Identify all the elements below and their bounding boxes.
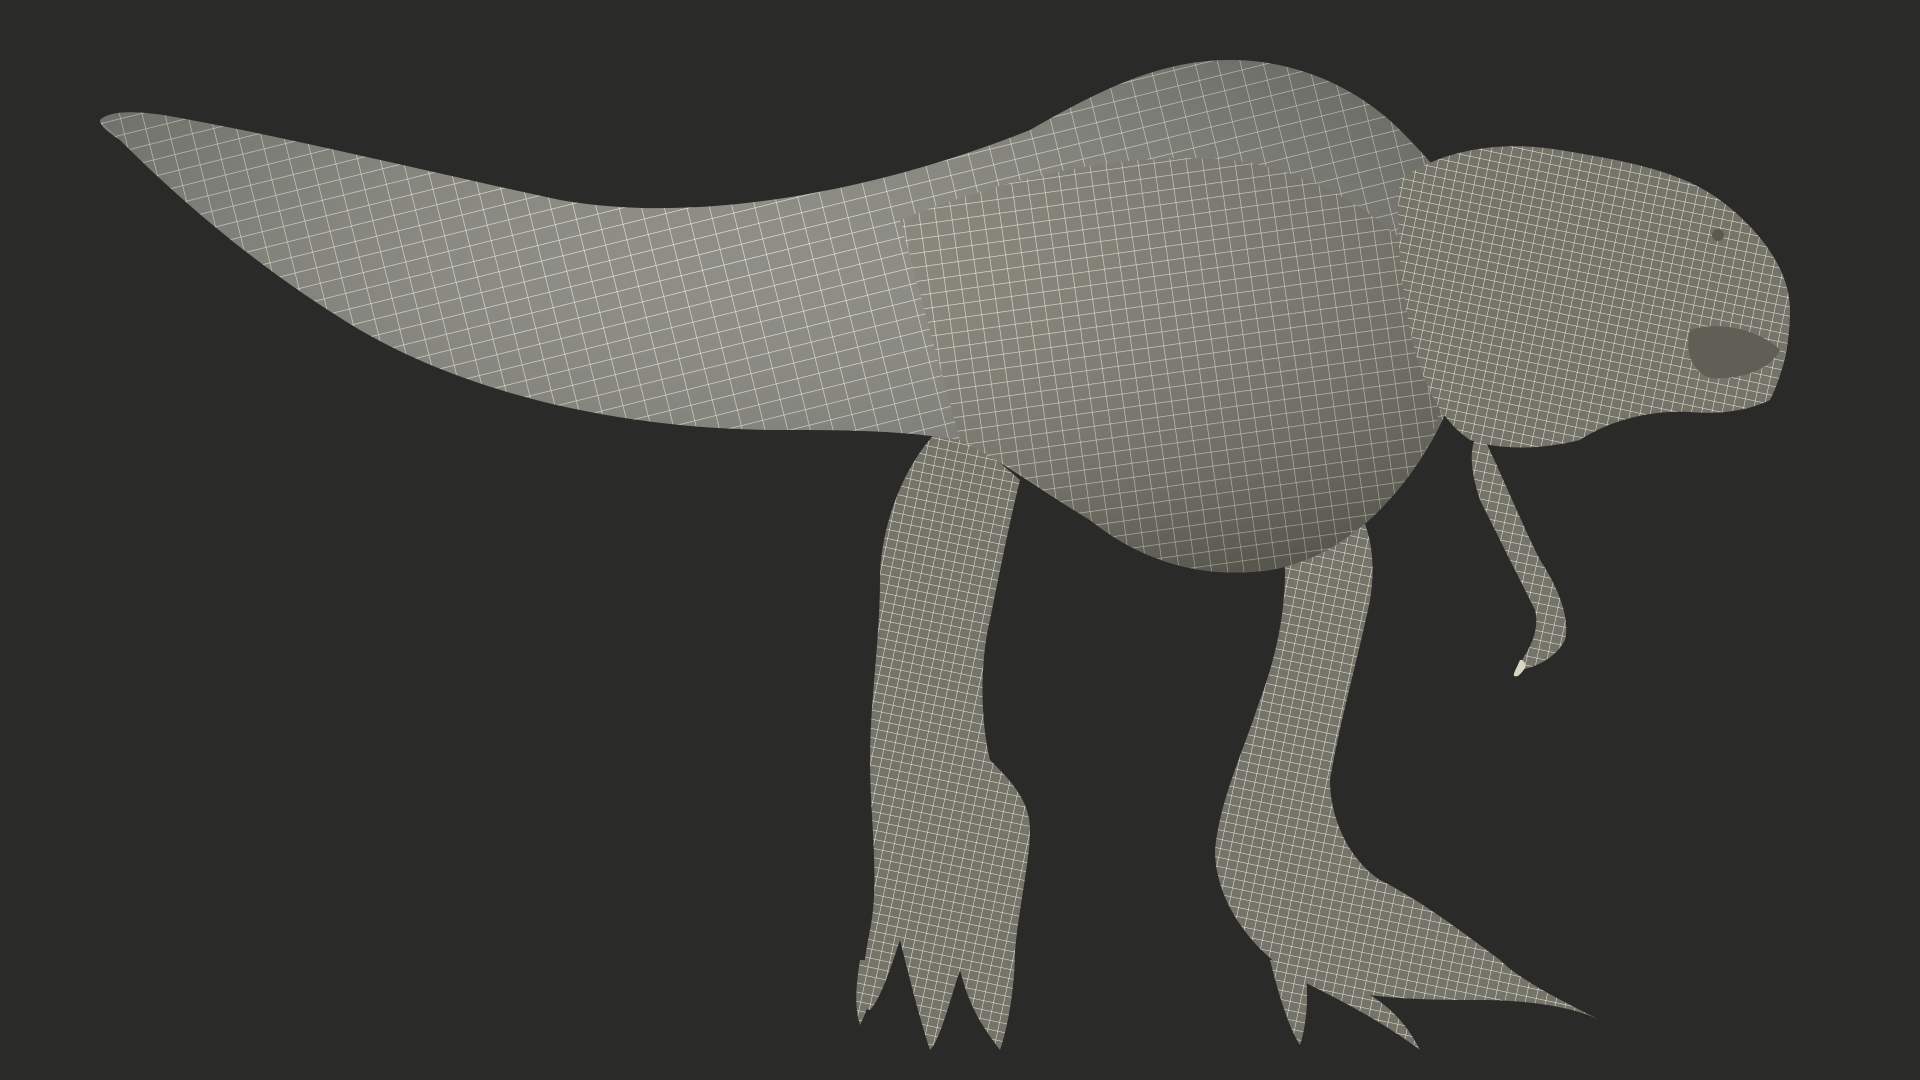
left-leg xyxy=(856,420,1030,1050)
arm xyxy=(1471,430,1567,677)
head xyxy=(1398,146,1790,448)
render-viewport xyxy=(0,0,1920,1080)
body xyxy=(100,60,1500,573)
trex-wireframe-icon xyxy=(100,60,1790,1050)
